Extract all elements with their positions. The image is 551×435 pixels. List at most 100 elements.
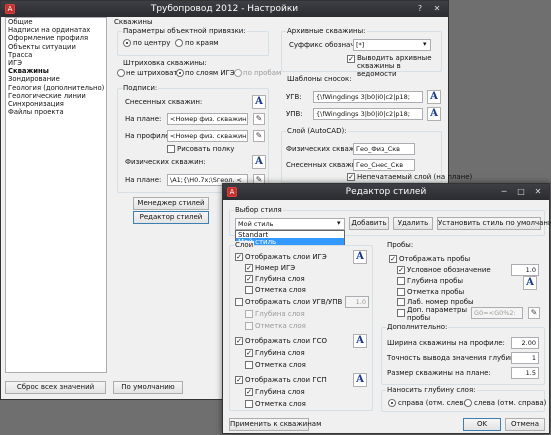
right-side-radio[interactable] <box>388 399 396 407</box>
font-a-icon[interactable]: A <box>252 155 266 169</box>
close-icon[interactable]: ✕ <box>430 3 444 14</box>
on-profile-label: На профиле: <box>125 132 172 140</box>
layers-label: Слои <box>234 241 255 249</box>
binding-center-radio[interactable] <box>123 39 131 47</box>
edit-pen-icon[interactable]: ✎ <box>253 130 265 142</box>
style-editor-button[interactable]: Редактор стилей <box>133 211 209 224</box>
extra-params-input: G0=<G0%2: <box>471 307 523 319</box>
precision-input[interactable]: 1 <box>511 352 539 364</box>
right-side-label: справа (отм. слева) <box>398 399 471 407</box>
edit-pen-icon[interactable]: ✎ <box>253 113 265 125</box>
delete-style-button[interactable]: Удалить <box>393 217 433 230</box>
layer-label: Слой (AutoCAD): <box>286 127 348 135</box>
edit-pen-icon[interactable]: ✎ <box>528 307 540 319</box>
nav-item-profile-design[interactable]: Оформление профиля <box>6 34 106 42</box>
nav-item-situation-objects[interactable]: Объекты ситуации <box>6 43 106 51</box>
draw-shelf-label: Рисовать полку <box>177 145 235 153</box>
gsp-depth-checkbox[interactable]: ✓ <box>245 388 253 396</box>
on-profile-input[interactable]: <Номер физ. скважины> <box>167 130 248 142</box>
hatching-label: Штриховка скважины: <box>122 59 208 67</box>
layer-physical-input[interactable]: Гео_Физ_Скв <box>353 143 415 155</box>
font-a-icon[interactable]: A <box>353 373 367 387</box>
font-a-icon[interactable]: A <box>353 250 367 264</box>
reset-all-button[interactable]: Сброс всех значений <box>5 381 106 394</box>
binding-center-label: по центру <box>133 39 171 47</box>
ige-mark-checkbox[interactable] <box>245 286 253 294</box>
hatch-layers-radio[interactable] <box>176 69 184 77</box>
suffix-select[interactable]: [*] <box>353 39 431 51</box>
section-title: Скважины <box>114 18 153 26</box>
ugv-input[interactable]: {\fWingdings 3|b0|i0|c2|p18; <box>313 91 423 103</box>
show-archive-label: Выводить архивные скважины в ведомости <box>357 54 432 78</box>
nav-item-wells[interactable]: Скважины <box>6 67 106 75</box>
sample-depth-checkbox[interactable] <box>397 277 405 285</box>
style-select[interactable]: Мой стиль <box>235 218 345 230</box>
non-print-checkbox[interactable]: ✓ <box>347 173 355 181</box>
nav-item-route[interactable]: Трасса <box>6 51 106 59</box>
app-icon: A <box>227 187 237 197</box>
left-side-radio[interactable] <box>464 399 472 407</box>
font-a-icon[interactable]: A <box>353 334 367 348</box>
nav-item-sounding[interactable]: Зондирование <box>6 75 106 83</box>
add-style-button[interactable]: Добавить <box>349 217 389 230</box>
binding-edge-label: по краям <box>185 39 219 47</box>
symbol-checkbox[interactable]: ✓ <box>397 266 405 274</box>
font-a-icon[interactable]: A <box>523 276 537 290</box>
chevron-down-icon[interactable]: ▾ <box>337 219 341 227</box>
ugv-depth-checkbox <box>245 310 253 318</box>
show-archive-checkbox[interactable]: ✓ <box>347 55 355 63</box>
nav-item-project-files[interactable]: Файлы проекта <box>6 108 106 116</box>
width-input[interactable]: 2.00 <box>511 337 539 349</box>
show-ige-checkbox[interactable]: ✓ <box>235 253 243 261</box>
plan-size-input[interactable]: 1.5 <box>511 367 539 379</box>
help-icon[interactable]: ? <box>413 3 427 14</box>
symbol-size-input[interactable]: 1.0 <box>511 264 539 276</box>
binding-edge-radio[interactable] <box>175 39 183 47</box>
nav-item-ige[interactable]: ИГЭ <box>6 59 106 67</box>
labels-group-label: Подписи: <box>122 84 159 92</box>
cancel-button[interactable]: Отмена <box>505 418 545 431</box>
show-gsp-checkbox[interactable]: ✓ <box>235 376 243 384</box>
on-plan-input[interactable]: <Номер физ. скважины> <box>167 113 248 125</box>
set-default-style-button[interactable]: Установить стиль по умолчанию <box>437 217 551 230</box>
show-gso-checkbox[interactable]: ✓ <box>235 337 243 345</box>
nav-item-general[interactable]: Общие <box>6 18 106 26</box>
apply-to-wells-button[interactable]: Применить к скважинам <box>229 418 321 431</box>
default-button[interactable]: По умолчанию <box>113 381 183 394</box>
gsp-mark-checkbox[interactable] <box>245 400 253 408</box>
layer-removed-label: Снесенных скважин: <box>286 161 364 169</box>
gso-mark-checkbox[interactable] <box>245 361 253 369</box>
show-samples-checkbox[interactable]: ✓ <box>389 255 397 263</box>
ige-number-label: Номер ИГЭ <box>255 264 296 272</box>
sample-mark-checkbox[interactable] <box>397 288 405 296</box>
nav-item-ordinate-labels[interactable]: Надписи на ординатах <box>6 26 106 34</box>
close-icon[interactable]: ✕ <box>531 186 545 197</box>
nav-item-sync[interactable]: Синхронизация <box>6 100 106 108</box>
font-a-icon[interactable]: A <box>427 90 441 104</box>
chevron-down-icon[interactable]: ▾ <box>423 40 427 48</box>
font-a-icon[interactable]: A <box>427 107 441 121</box>
extra-params-checkbox[interactable] <box>397 309 405 317</box>
ige-depth-checkbox[interactable]: ✓ <box>245 275 253 283</box>
nav-item-geology-lines[interactable]: Геологические линии <box>6 92 106 100</box>
ok-button[interactable]: OK <box>463 418 501 431</box>
samples-label: Пробы: <box>386 241 415 249</box>
symbol-label: Условное обозначение <box>407 266 491 274</box>
non-print-label: Непечатаемый слой (на плане) <box>357 173 473 181</box>
style-manager-button[interactable]: Менеджер стилей <box>133 197 209 210</box>
layer-removed-input[interactable]: Гео_Снес_Скв <box>353 159 415 171</box>
gso-depth-checkbox[interactable]: ✓ <box>245 349 253 357</box>
ige-number-checkbox[interactable]: ✓ <box>245 264 253 272</box>
draw-shelf-checkbox[interactable] <box>167 145 175 153</box>
editor-title: Редактор стилей <box>345 187 427 197</box>
minimize-icon[interactable]: ─ <box>497 186 511 197</box>
settings-nav-list[interactable]: Общие Надписи на ординатах Оформление пр… <box>5 17 107 373</box>
maximize-icon[interactable]: □ <box>514 186 528 197</box>
upv-input[interactable]: {\fWingdings 3|b0|i0|c2|p18; <box>313 108 423 120</box>
font-a-icon[interactable]: A <box>252 95 266 109</box>
lab-number-checkbox[interactable] <box>397 298 405 306</box>
editor-titlebar: A Редактор стилей ─ □ ✕ <box>223 184 549 200</box>
nav-item-geology-extra[interactable]: Геология (дополнительно) <box>6 84 106 92</box>
hatch-none-radio[interactable] <box>117 69 125 77</box>
show-ugv-checkbox[interactable] <box>235 298 243 306</box>
